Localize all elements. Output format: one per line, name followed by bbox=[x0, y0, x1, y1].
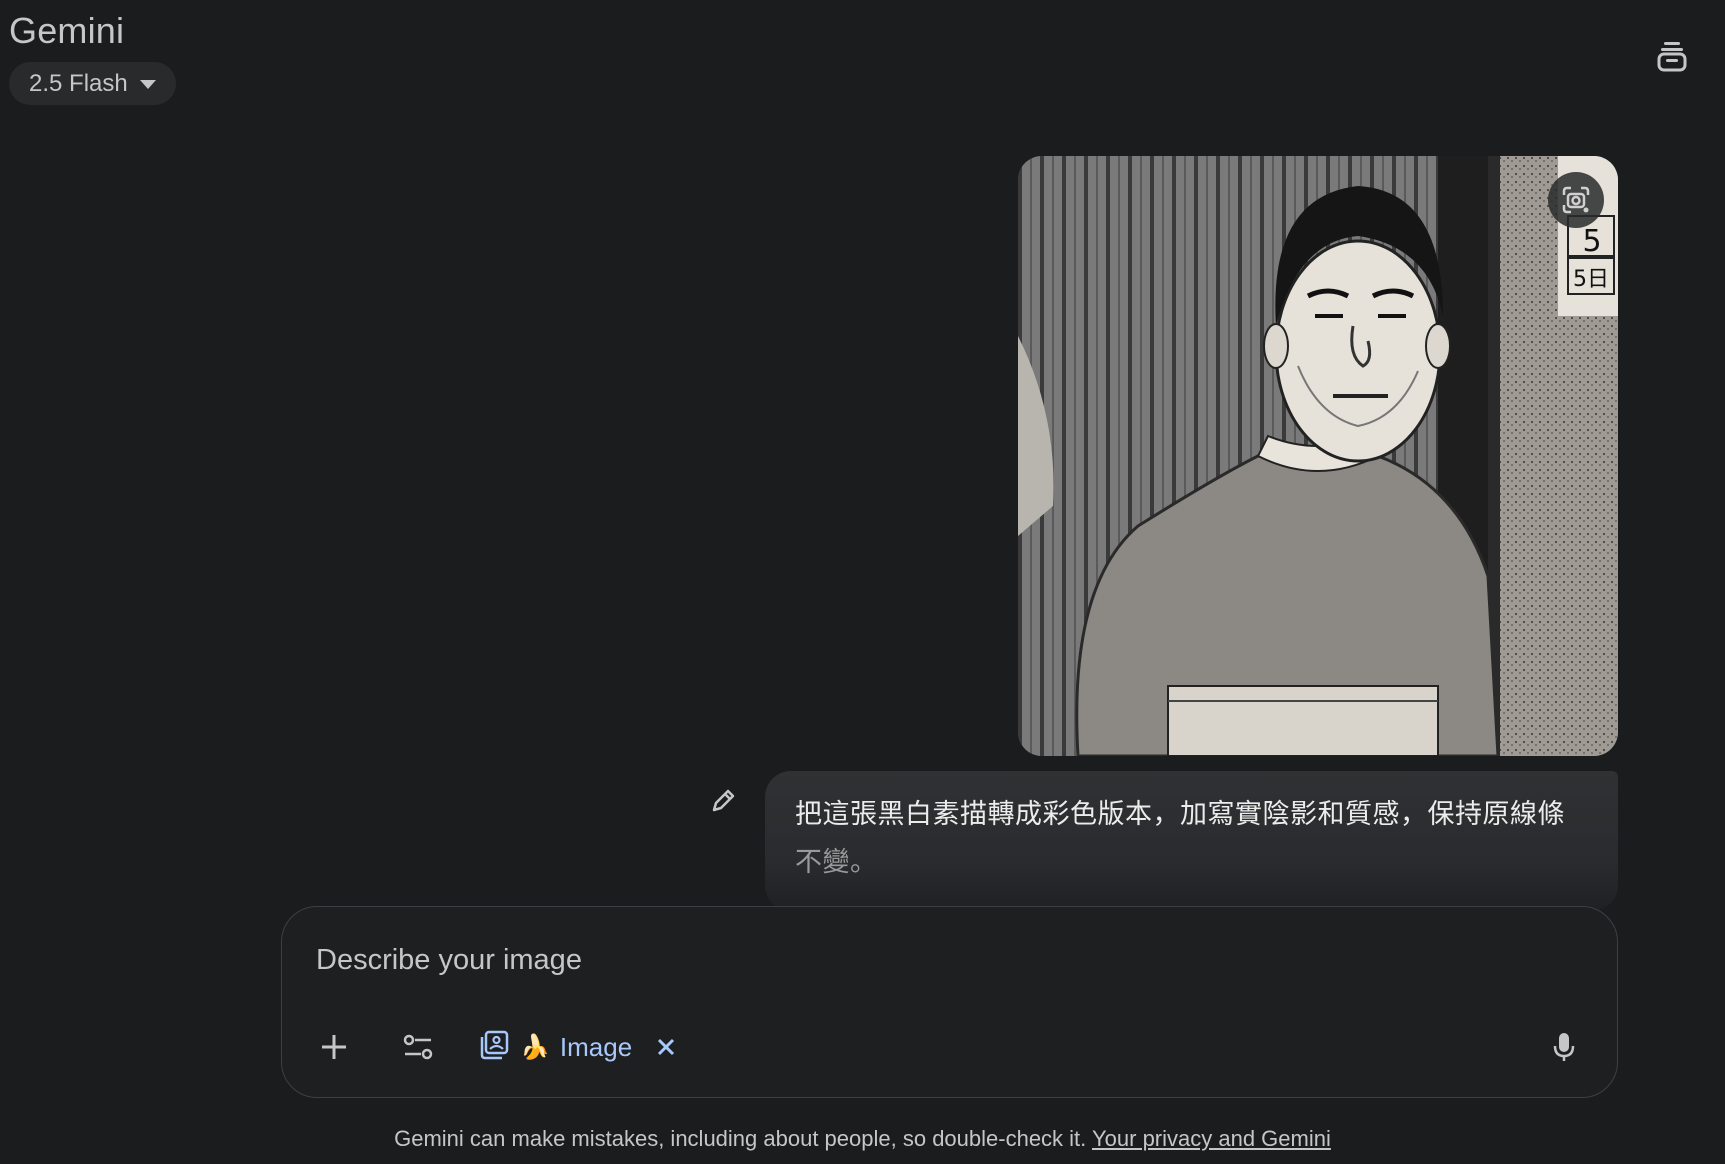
sign-number-5-day: 5日 bbox=[1573, 267, 1609, 292]
prompt-input[interactable] bbox=[316, 937, 1516, 983]
app-title: Gemini bbox=[9, 10, 125, 51]
uploaded-image[interactable]: 5 5日 bbox=[1018, 156, 1618, 756]
prompt-composer: 🍌 Image bbox=[281, 906, 1618, 1098]
user-message-line-2: 不變。 bbox=[795, 847, 878, 878]
google-lens-icon[interactable] bbox=[1548, 172, 1604, 228]
user-message-text: 把這張黑白素描轉成彩色版本，加寫實陰影和質感，保持原線條 不變。 bbox=[795, 791, 1588, 887]
disclaimer: Gemini can make mistakes, including abou… bbox=[0, 1126, 1725, 1152]
image-tool-label: Image bbox=[559, 1031, 633, 1062]
pencil-icon[interactable] bbox=[708, 786, 738, 816]
manga-sketch-image: 5 5日 bbox=[1018, 156, 1618, 756]
model-label: 2.5 Flash bbox=[29, 69, 128, 97]
image-tool-chip[interactable]: 🍌 Image bbox=[478, 1025, 680, 1069]
image-generate-icon bbox=[478, 1029, 510, 1066]
disclaimer-text: Gemini can make mistakes, including abou… bbox=[394, 1126, 1092, 1151]
microphone-icon[interactable] bbox=[1542, 1025, 1586, 1069]
stacked-chats-icon[interactable] bbox=[1652, 36, 1692, 76]
sign-number-5: 5 bbox=[1582, 224, 1601, 259]
user-message-bubble: 把這張黑白素描轉成彩色版本，加寫實陰影和質感，保持原線條 不變。 bbox=[765, 771, 1618, 911]
privacy-link[interactable]: Your privacy and Gemini bbox=[1092, 1126, 1331, 1151]
user-message-line-1: 把這張黑白素描轉成彩色版本，加寫實陰影和質感，保持原線條 bbox=[795, 799, 1565, 830]
plus-icon[interactable] bbox=[312, 1025, 356, 1069]
model-selector[interactable]: 2.5 Flash bbox=[9, 62, 176, 105]
gemini-app: Gemini 2.5 Flash 5 5日 把這張黑白素描轉成彩色版本，加寫實陰… bbox=[0, 0, 1725, 1164]
banana-emoji: 🍌 bbox=[520, 1033, 550, 1061]
caret-down-icon bbox=[139, 80, 156, 89]
close-icon[interactable] bbox=[652, 1033, 680, 1061]
tools-sliders-icon[interactable] bbox=[396, 1025, 440, 1069]
